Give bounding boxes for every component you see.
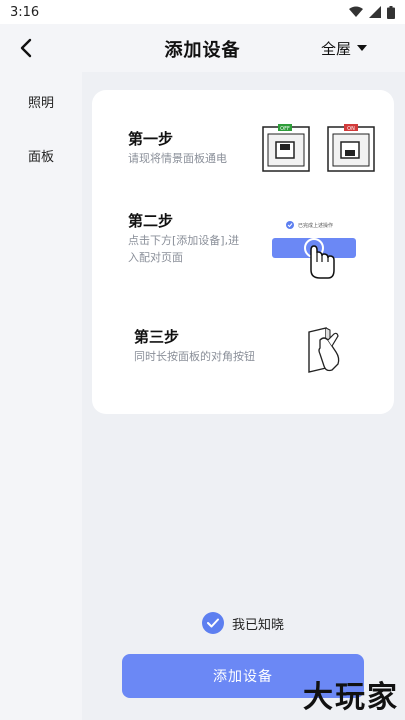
wifi-icon	[349, 6, 363, 17]
step-3-desc: 同时长按面板的对角按钮	[134, 350, 255, 363]
status-bar: 3:16	[0, 0, 405, 24]
acknowledge-label: 我已知晓	[232, 617, 285, 633]
switch-off-label: OFF	[280, 126, 290, 132]
panel-press-illustration	[308, 327, 340, 373]
sidebar-item-panel[interactable]: 面板	[0, 146, 82, 165]
mini-confirm-label: 已完成上述操作	[298, 222, 334, 229]
checkbox-circle	[202, 612, 224, 634]
power-switch-illustration: OFF ON	[262, 124, 375, 172]
header: 添加设备 全屋	[0, 24, 405, 72]
status-time: 3:16	[10, 4, 40, 20]
acknowledge-checkbox[interactable]: 我已知晓	[202, 612, 284, 634]
signal-icon	[369, 6, 381, 18]
instruction-card: 第一步 请现将情景面板通电 OFF ON 第二步 点击下方[添加设备],进 入配…	[92, 90, 394, 414]
tap-hand-icon	[304, 238, 335, 279]
step-2-illustration: 已完成上述操作	[270, 218, 362, 286]
room-selector[interactable]: 全屋	[321, 38, 367, 59]
step-2-title: 第二步	[128, 212, 174, 230]
check-icon	[207, 618, 219, 628]
switch-on-label: ON	[347, 126, 355, 132]
status-icons	[349, 5, 395, 19]
caret-down-icon	[357, 45, 367, 51]
step-2-desc-line1: 点击下方[添加设备],进	[128, 234, 240, 247]
sidebar-item-lighting[interactable]: 照明	[0, 92, 82, 111]
step-2-desc-line2: 入配对页面	[128, 251, 183, 264]
step-1-title: 第一步	[128, 130, 174, 148]
step-1-desc: 请现将情景面板通电	[128, 152, 227, 165]
main-content: 第一步 请现将情景面板通电 OFF ON 第二步 点击下方[添加设备],进 入配…	[82, 72, 405, 720]
mini-check-icon	[286, 221, 294, 229]
battery-icon	[387, 5, 395, 19]
watermark: 大玩家	[303, 680, 399, 715]
step-3-title: 第三步	[134, 328, 180, 346]
room-selector-label: 全屋	[320, 40, 351, 58]
category-sidebar: 照明 面板	[0, 72, 82, 720]
